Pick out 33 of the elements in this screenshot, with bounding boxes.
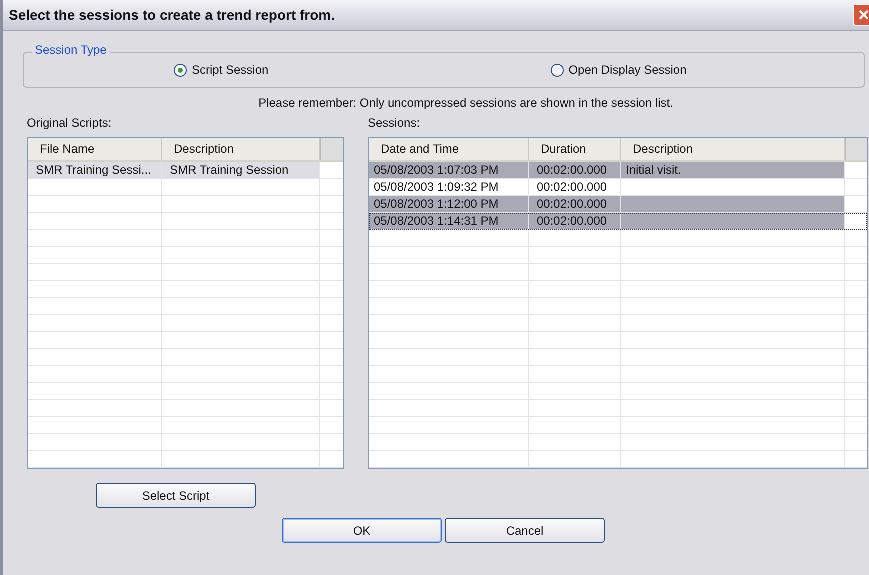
column-header[interactable]: Duration [529,138,621,160]
table-cell: SMR Training Session [162,162,320,178]
table-cell: SMR Training Sessi... [28,162,162,178]
table-cell: Initial visit. [621,162,845,178]
ok-button[interactable]: OK [282,518,442,543]
radio-option[interactable]: Script Session [174,63,269,77]
table-row[interactable]: 05/08/2003 1:07:03 PM 00:02:00.000 Initial visit. [369,162,867,179]
table-cell: 05/08/2003 1:14:31 PM [369,213,529,229]
table-row[interactable]: 05/08/2003 1:14:31 PM 00:02:00.000 [369,213,867,230]
table-cell: 05/08/2003 1:09:32 PM [369,179,529,195]
close-button[interactable] [853,4,869,26]
radio-button[interactable] [174,64,187,76]
close-icon [857,8,869,22]
window-title: Select the sessions to create a trend report from. [9,7,335,23]
table-cell: 00:02:00.000 [529,179,621,195]
table-cell: 00:02:00.000 [529,162,621,178]
notice-text: Please remember: Only uncompressed sessions are shown in the session list. [258,96,674,110]
table-cell: 05/08/2003 1:07:03 PM [369,162,529,178]
group-label: Session Type [32,43,110,57]
radio-label: Script Session [192,63,269,77]
list-label: Original Scripts: [27,116,113,130]
column-header[interactable]: Date and Time [369,138,529,160]
header-filler [320,138,343,160]
table-row[interactable]: SMR Training Sessi... SMR Training Session [28,162,343,179]
table-cell: 05/08/2003 1:12:00 PM [369,196,529,212]
column-header[interactable]: File Name [28,138,162,160]
list-label: Sessions: [368,116,422,130]
select-script-button[interactable]: Select Script [96,483,256,508]
table-row[interactable]: 05/08/2003 1:12:00 PM 00:02:00.000 [369,196,867,213]
radio-button[interactable] [550,64,564,76]
table-cell: 00:02:00.000 [529,196,621,212]
cancel-button[interactable]: Cancel [445,518,605,543]
table-cell: 00:02:00.000 [529,213,621,229]
